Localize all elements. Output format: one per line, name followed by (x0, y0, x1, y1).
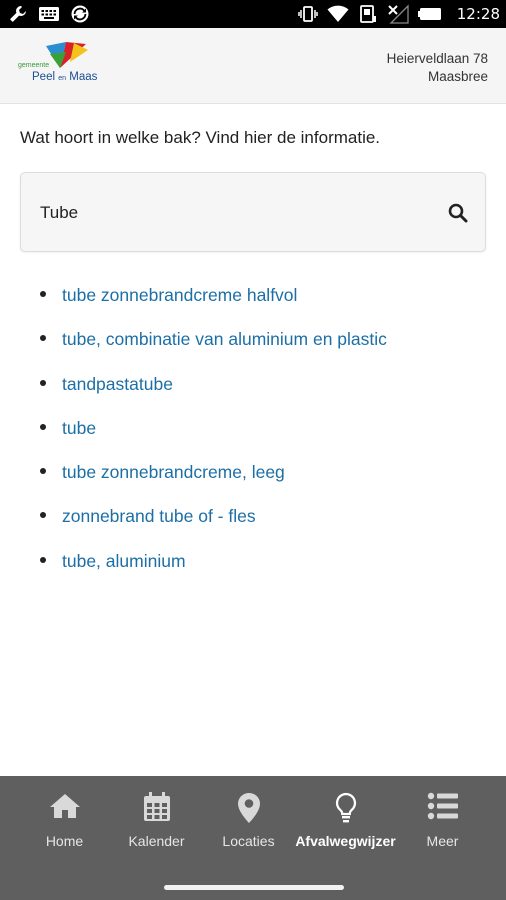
nav-label: Locaties (222, 833, 275, 849)
nav-label: Kalender (128, 833, 185, 849)
nav-kalender[interactable]: Kalender (106, 776, 207, 866)
no-signal-icon (387, 4, 409, 24)
municipality-logo[interactable]: gemeente Peel en Maas (18, 42, 118, 90)
bullet (40, 468, 46, 475)
home-icon (49, 792, 81, 825)
battery-icon (417, 6, 444, 22)
search-value[interactable]: Tube (40, 203, 78, 223)
result-link[interactable]: tube, combinatie van aluminium en plasti… (62, 329, 387, 350)
wifi-icon (327, 5, 349, 23)
address-city: Maasbree (427, 69, 488, 84)
nav-label: Home (45, 833, 84, 849)
result-link[interactable]: tube zonnebrandcreme halfvol (62, 285, 297, 306)
lightbulb-icon (334, 792, 358, 829)
bullet (40, 423, 46, 430)
search-input[interactable]: Tube (20, 172, 486, 252)
result-link[interactable]: tube, aluminium (62, 551, 186, 572)
status-bar: 12:28 (0, 0, 506, 28)
search-icon[interactable] (447, 202, 469, 229)
wrench-icon (8, 4, 28, 24)
nav-home[interactable]: Home (14, 776, 115, 866)
home-indicator[interactable] (164, 885, 344, 890)
calendar-icon (143, 792, 171, 827)
bullet (40, 512, 46, 519)
nav-afvalwegwijzer[interactable]: Afvalwegwijzer (295, 776, 396, 866)
result-link[interactable]: tube (62, 418, 96, 439)
bullet (40, 556, 46, 563)
bottom-nav: Home Kalender Locaties Afvalwegwijzer Me… (0, 776, 506, 900)
bullet (40, 291, 46, 297)
nav-locaties[interactable]: Locaties (198, 776, 299, 866)
data-icon (358, 4, 378, 24)
address-street: Heierveldlaan 78 (386, 51, 488, 66)
logo-small-text: gemeente (18, 62, 50, 69)
result-link[interactable]: tandpastatube (62, 374, 173, 395)
sync-icon (70, 4, 90, 24)
nav-meer[interactable]: Meer (392, 776, 493, 866)
vibrate-icon (298, 4, 318, 24)
location-pin-icon (237, 792, 261, 829)
nav-label: Afvalwegwijzer (295, 833, 396, 849)
nav-label: Meer (426, 833, 459, 849)
bullet (40, 379, 46, 386)
intro-text: Wat hoort in welke bak? Vind hier de inf… (20, 128, 381, 147)
list-icon (427, 792, 459, 825)
status-time: 12:28 (456, 5, 500, 23)
result-link[interactable]: zonnebrand tube of - fles (62, 506, 256, 527)
app-header: gemeente Peel en Maas Heierveldlaan 78 M… (0, 28, 506, 104)
keyboard-icon (38, 5, 60, 23)
result-link[interactable]: tube zonnebrandcreme, leeg (62, 462, 285, 483)
logo-main-text: Peel en Maas (32, 71, 98, 83)
address: Heierveldlaan 78 Maasbree (387, 50, 488, 86)
bullet (40, 335, 46, 342)
logo-mark-icon (46, 42, 88, 68)
